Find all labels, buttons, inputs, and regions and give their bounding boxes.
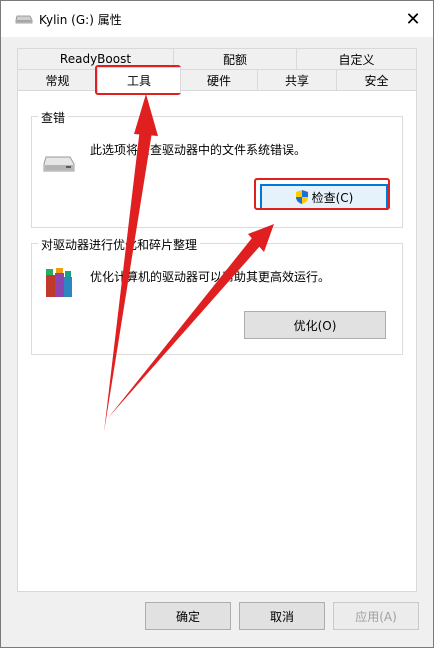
window-title: Kylin (G:) 属性 xyxy=(39,13,122,27)
tab-security[interactable]: 安全 xyxy=(336,69,417,91)
annotation-box-check-button xyxy=(254,178,390,210)
tab-sharing[interactable]: 共享 xyxy=(257,69,337,91)
optimize-description: 优化计算机的驱动器可以帮助其更高效运行。 xyxy=(90,270,331,284)
tab-hardware[interactable]: 硬件 xyxy=(180,69,258,91)
drive-icon xyxy=(43,156,75,172)
defrag-icon xyxy=(46,268,72,297)
apply-button[interactable]: 应用(A) xyxy=(333,602,419,630)
error-check-group xyxy=(31,116,403,228)
close-icon: ✕ xyxy=(405,8,421,30)
title-bar: Kylin (G:) 属性 ✕ xyxy=(1,1,433,37)
ok-button[interactable]: 确定 xyxy=(145,602,231,630)
tools-panel: 查错 此选项将检查驱动器中的文件系统错误。 检查(C) 对驱动器进行优化和碎片整… xyxy=(17,90,417,592)
tab-tools[interactable]: 工具 xyxy=(97,67,181,93)
drive-icon xyxy=(15,15,33,24)
properties-window: Kylin (G:) 属性 ✕ ReadyBoost 配额 自定义 常规 工具 … xyxy=(0,0,434,648)
tab-general[interactable]: 常规 xyxy=(17,69,98,91)
optimize-button[interactable]: 优化(O) xyxy=(244,311,386,339)
error-check-description: 此选项将检查驱动器中的文件系统错误。 xyxy=(90,143,307,157)
cancel-button[interactable]: 取消 xyxy=(239,602,325,630)
optimize-title: 对驱动器进行优化和碎片整理 xyxy=(38,236,201,253)
tab-customize[interactable]: 自定义 xyxy=(296,48,417,70)
tab-quota[interactable]: 配额 xyxy=(173,48,297,70)
close-button[interactable]: ✕ xyxy=(393,1,433,37)
error-check-title: 查错 xyxy=(38,109,69,126)
